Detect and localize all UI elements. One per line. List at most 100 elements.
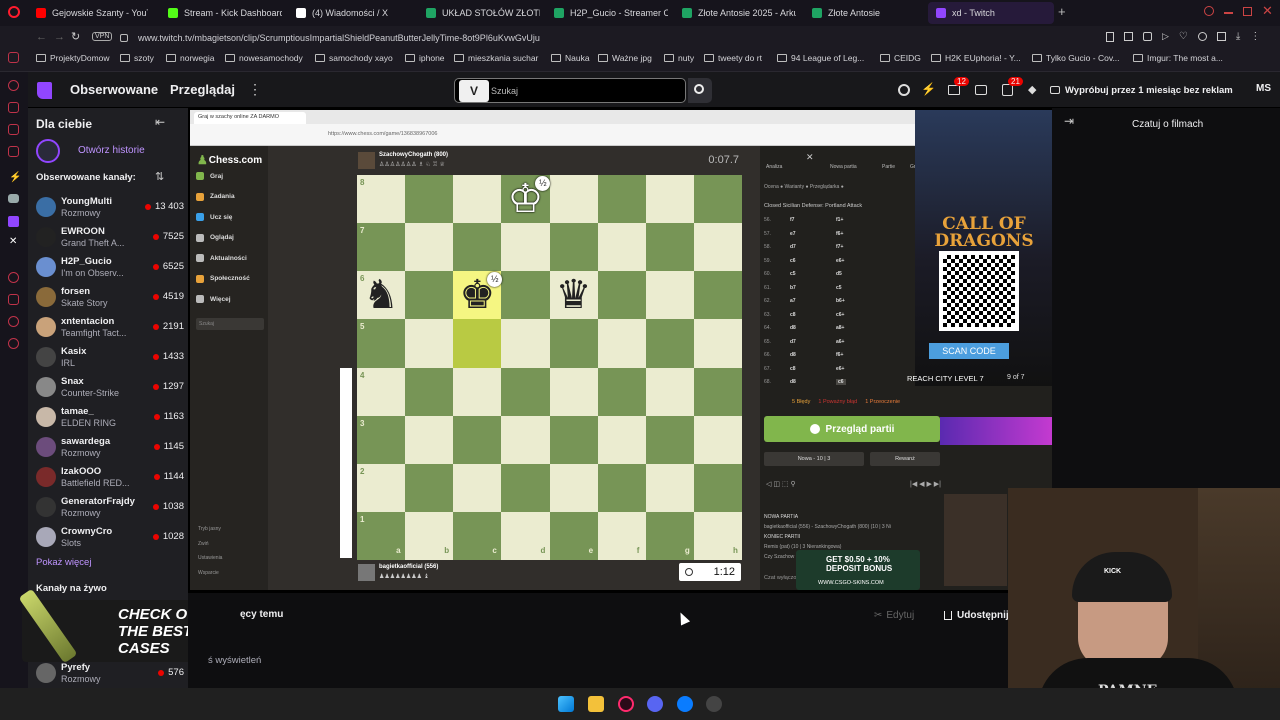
browser-logo-icon[interactable]	[8, 6, 20, 18]
vpn-badge[interactable]: VPN	[92, 32, 113, 41]
review-game-button[interactable]: Przegląd partii	[764, 416, 940, 442]
browser-tab[interactable]: Gejowskie Szanty - YouTu	[28, 2, 148, 24]
board-square[interactable]	[405, 415, 454, 464]
sidebar-channel[interactable]: xntentacion Teamfight Tact... 2191	[34, 314, 184, 342]
white-move[interactable]: d8	[790, 325, 796, 331]
chess-board[interactable]: 8 7 6 5 4 3 2 1 a b c d e f g h ♔ ♞ ♚ ♛ ½ ½	[357, 175, 742, 560]
bookmark-item[interactable]: norwegia	[166, 53, 215, 63]
search-tabs-icon[interactable]	[1204, 6, 1214, 16]
board-square[interactable]	[453, 175, 502, 224]
board-square[interactable]	[405, 223, 454, 272]
reload-icon[interactable]: ↻	[71, 30, 80, 43]
sidebar-channel-pyrefy[interactable]: Pyrefy Rozmowy 576	[34, 660, 184, 688]
board-square[interactable]	[405, 319, 454, 368]
sidebar-channel[interactable]: IzakOOO Battlefield RED... 1144	[34, 464, 184, 492]
messenger-taskbar-icon[interactable]	[677, 696, 693, 712]
chess-footer-item[interactable]: Wsparcie	[198, 570, 219, 576]
analysis-tab[interactable]: Nowa partia	[830, 164, 857, 170]
opera-gx-icon[interactable]	[618, 696, 634, 712]
board-square[interactable]	[645, 271, 694, 320]
board-square[interactable]	[453, 463, 502, 512]
bookmark-item[interactable]: iphone	[405, 53, 445, 63]
user-avatar[interactable]: MS	[1256, 83, 1271, 94]
sidebar-channel[interactable]: Snax Counter-Strike 1297	[34, 374, 184, 402]
board-square[interactable]	[501, 367, 550, 416]
sidebar-channel[interactable]: CrownyCro Slots 1028	[34, 524, 184, 552]
chess-menu-item[interactable]: Więcej	[196, 295, 231, 303]
prime-icon[interactable]	[898, 84, 910, 96]
nav-controls[interactable]: ◁ ◫ ⬚ ⚲	[766, 480, 796, 488]
bookmark-item[interactable]: Ważne jpg	[598, 53, 652, 63]
browser-tab[interactable]: Złote Antosie 2025 - Arku	[674, 2, 796, 24]
white-move[interactable]: c6	[790, 258, 796, 264]
search-button[interactable]	[688, 78, 712, 103]
url-field[interactable]: www.twitch.tv/mbagietson/clip/Scrumptiou…	[120, 30, 1100, 46]
bookmarks-side-icon[interactable]	[8, 124, 19, 135]
browser-tab[interactable]: Złote Antosie	[804, 2, 926, 24]
edit-button[interactable]: ✂ Edytuj	[874, 610, 914, 621]
board-square[interactable]	[597, 175, 646, 224]
history-icon[interactable]	[8, 80, 19, 91]
bookmark-item[interactable]: samochody xayo	[315, 53, 393, 63]
browser-tab[interactable]: xd - Twitch	[928, 2, 1054, 24]
notes-icon[interactable]	[8, 146, 19, 157]
chess-footer-item[interactable]: Zwiń	[198, 541, 209, 547]
browser-tab[interactable]: H2P_Gucio - Streamer O	[546, 2, 668, 24]
white-move[interactable]: d7	[790, 339, 796, 345]
bookmark-item[interactable]: nowesamochody	[225, 53, 303, 63]
open-stories-link[interactable]: Otwórz historie	[78, 145, 145, 156]
x-side-icon[interactable]: ✕	[9, 236, 17, 247]
sort-icon[interactable]: ⇅	[155, 170, 164, 183]
sidebar-channel[interactable]: forsen Skate Story 4519	[34, 284, 184, 312]
board-square[interactable]	[645, 223, 694, 272]
sidebar-channel[interactable]: YoungMulti Rozmowy 13 403	[34, 194, 184, 222]
black-move[interactable]: a6+	[836, 339, 844, 345]
white-move[interactable]: c8	[790, 312, 796, 318]
bookmark-item[interactable]: mieszkania suchar	[454, 53, 538, 63]
call-of-dragons-ad[interactable]: CALL OF DRAGONS SCAN CODE REACH CITY LEV…	[907, 110, 1052, 386]
board-square[interactable]	[453, 319, 502, 368]
kick-side-icon[interactable]: ⚡	[9, 172, 21, 183]
board-square[interactable]	[645, 415, 694, 464]
chess-footer-item[interactable]: Tryb jasny	[198, 526, 221, 532]
black-knight-piece[interactable]: ♞	[357, 271, 405, 319]
send-icon[interactable]	[1143, 32, 1152, 41]
white-move[interactable]: c5	[790, 271, 796, 277]
chess-menu-item[interactable]: Aktualności	[196, 254, 247, 262]
collapse-sidebar-icon[interactable]: ⇤	[155, 115, 165, 129]
board-square[interactable]	[597, 367, 646, 416]
playback-controls[interactable]: |◀ ◀ ▶ ▶|	[910, 480, 941, 488]
bookmark-item[interactable]: szoty	[120, 53, 154, 63]
stories-avatar[interactable]	[36, 139, 60, 163]
sidebar-channel[interactable]: H2P_Gucio I'm on Observ... 6525	[34, 254, 184, 282]
nav-more-icon[interactable]: ⋮	[248, 81, 262, 98]
screenshot-icon[interactable]	[1124, 32, 1133, 41]
black-move[interactable]: f1+	[836, 217, 843, 223]
downloads-side-icon[interactable]	[8, 294, 19, 305]
black-queen-piece[interactable]: ♛	[550, 271, 598, 319]
discord-side-icon[interactable]	[8, 194, 19, 203]
settings-side-icon[interactable]	[8, 338, 19, 349]
back-icon[interactable]: ←	[36, 31, 47, 43]
board-square[interactable]	[501, 463, 550, 512]
bookmark-item[interactable]: CEIDG	[880, 53, 921, 63]
board-square[interactable]	[549, 463, 598, 512]
new-tab-button[interactable]: +	[1058, 4, 1066, 19]
bookmark-item[interactable]: ProjektyDomow	[36, 53, 110, 63]
board-square[interactable]	[645, 175, 694, 224]
crown-icon[interactable]: ◆	[1028, 83, 1036, 96]
white-move[interactable]: d8	[790, 379, 796, 385]
board-square[interactable]	[645, 463, 694, 512]
file-explorer-icon[interactable]	[588, 696, 604, 712]
close-panel-icon[interactable]: ✕	[806, 152, 814, 163]
analysis-tab[interactable]: Partie	[882, 164, 895, 170]
menu-icon[interactable]: ⋮	[1250, 32, 1260, 42]
bits-icon[interactable]: ⚡	[921, 82, 936, 96]
bookmark-icon[interactable]	[1106, 32, 1114, 42]
board-square[interactable]	[453, 367, 502, 416]
white-move[interactable]: d8	[790, 352, 796, 358]
share-button[interactable]: Udostępnij	[944, 610, 1009, 621]
sidebar-channel[interactable]: EWROON Grand Theft A... 7525	[34, 224, 184, 252]
white-move[interactable]: d7	[790, 244, 796, 250]
scan-code-button[interactable]: SCAN CODE	[929, 343, 1009, 359]
